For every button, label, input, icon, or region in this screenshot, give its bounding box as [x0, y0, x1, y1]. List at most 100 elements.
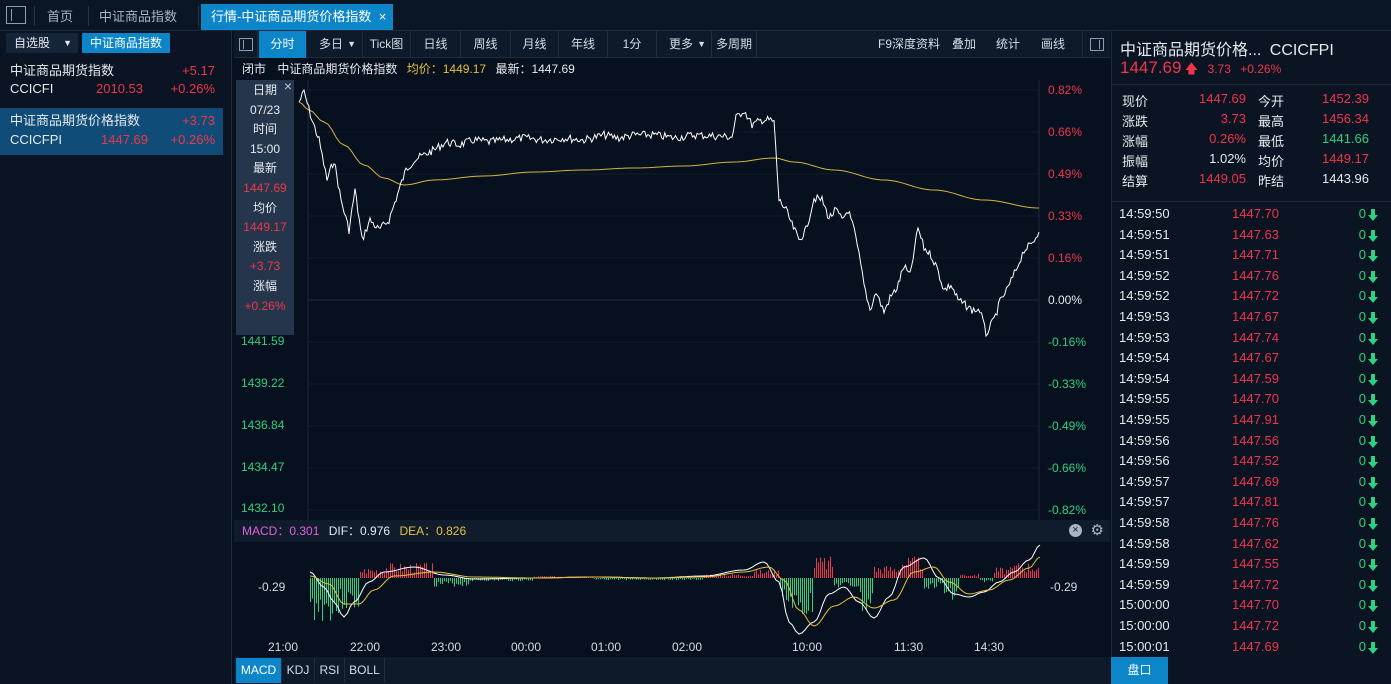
macd-bar	[944, 578, 945, 594]
close-icon[interactable]: ×	[1069, 524, 1082, 537]
tab-1min[interactable]: 1分	[608, 31, 657, 58]
tick-time: 14:59:56	[1119, 432, 1170, 448]
tab-ccic-index[interactable]: 中证商品指数	[89, 4, 187, 30]
macd-bar	[738, 574, 739, 578]
tick-price: 1447.59	[1232, 370, 1279, 386]
tab-weekly[interactable]: 周线	[461, 31, 511, 58]
macd-bar	[994, 572, 995, 578]
f9-research-button[interactable]: F9深度资料	[878, 31, 940, 58]
tick-row: 14:59:54 1447.59 0	[1112, 369, 1391, 390]
x-tick-label: 00:00	[511, 640, 542, 654]
sidebar-toggle-icon[interactable]	[234, 31, 258, 58]
macd-bar	[980, 578, 981, 580]
chevron-down-icon: ▼	[63, 38, 72, 48]
macd-bar	[794, 578, 795, 596]
macd-bar	[792, 578, 793, 608]
stats-button[interactable]: 统计	[996, 31, 1020, 58]
down-arrow-icon	[1368, 291, 1378, 304]
tick-price: 1447.72	[1232, 576, 1279, 592]
macd-bar	[766, 571, 767, 578]
layout-toggle-icon[interactable]	[6, 6, 26, 24]
tick-time: 14:59:58	[1119, 515, 1170, 530]
tick-row: 14:59:57 1447.81 0	[1112, 492, 1391, 513]
category-button[interactable]: 中证商品指数	[82, 33, 171, 53]
macd-bar	[758, 574, 759, 578]
macd-bar	[970, 575, 971, 578]
macd-bar	[972, 576, 973, 578]
tab-intraday[interactable]: 分时	[259, 31, 307, 58]
macd-axis-right: -0.29	[1050, 580, 1078, 594]
tooltip-value: 07/23	[249, 102, 281, 117]
macd-bar	[454, 578, 455, 587]
tab-tick[interactable]: Tick图	[363, 31, 411, 58]
tick-volume: 0	[1358, 206, 1366, 221]
macd-bar	[324, 578, 325, 605]
macd-bar	[928, 578, 929, 589]
tick-price: 1447.52	[1232, 453, 1279, 469]
tick-volume: 0	[1358, 515, 1366, 530]
tab-multi-day[interactable]: 多日 ▼	[307, 31, 363, 58]
tab-daily[interactable]: 日线	[411, 31, 461, 58]
tab-macd[interactable]: MACD	[236, 658, 282, 683]
tick-price: 1447.69	[1232, 638, 1279, 654]
order-book-tab[interactable]: 盘口	[1111, 657, 1168, 684]
quote-value: 1452.39	[1322, 91, 1369, 106]
tick-time: 14:59:58	[1119, 535, 1170, 551]
tick-time: 14:59:53	[1119, 329, 1170, 345]
dea-value: DEA：0.826	[399, 524, 467, 538]
quote-value: 1456.34	[1322, 111, 1369, 126]
tab-boll[interactable]: BOLL	[345, 658, 385, 683]
list-item[interactable]: 中证商品期货指数 +5.17 CCICFI 2010.53 +0.26%	[0, 61, 223, 101]
macd-bar	[824, 558, 825, 578]
macd-bar	[310, 578, 311, 602]
macd-bar	[874, 566, 875, 578]
tick-price: 1447.63	[1232, 226, 1279, 242]
close-icon[interactable]: ×	[284, 79, 292, 93]
tab-more[interactable]: 更多 ▼	[657, 31, 712, 58]
macd-bar	[424, 563, 425, 578]
macd-bar	[1002, 568, 1003, 578]
macd-bar	[964, 575, 965, 578]
macd-bar	[700, 578, 701, 580]
macd-bar	[696, 578, 697, 580]
macd-bar	[622, 578, 623, 579]
tab-monthly[interactable]: 月线	[511, 31, 559, 58]
macd-bar	[788, 578, 789, 602]
macd-bar	[350, 578, 351, 594]
macd-bar	[374, 572, 375, 578]
list-item-selected[interactable]: 中证商品期货价格指数 +3.73 CCICFPI 1447.69 +0.26%	[0, 108, 223, 155]
list-item-line: 中证商品期货指数 +5.17	[0, 61, 223, 80]
macd-bar	[914, 556, 915, 578]
tab-home[interactable]: 首页	[37, 4, 83, 30]
macd-bar	[684, 578, 685, 580]
macd-bar	[346, 578, 347, 608]
tab-rsi[interactable]: RSI	[315, 658, 345, 683]
macd-chart[interactable]	[234, 542, 1110, 639]
macd-bar	[732, 574, 733, 578]
tab-kdj[interactable]: KDJ	[282, 658, 315, 683]
panel-toggle-icon[interactable]	[1082, 31, 1110, 58]
divider	[1112, 84, 1391, 85]
macd-bar	[982, 578, 983, 581]
macd-bar	[744, 576, 745, 578]
macd-bar	[840, 578, 841, 586]
tab-yearly[interactable]: 年线	[559, 31, 608, 58]
macd-bar	[858, 578, 859, 587]
tab-multi-period[interactable]: 多周期	[712, 31, 757, 58]
tab-quote-active[interactable]: 行情-中证商品期货价格指数 ×	[201, 4, 394, 30]
macd-bar	[414, 572, 415, 578]
intraday-price-chart[interactable]	[234, 80, 1110, 520]
watchlist-dropdown[interactable]: 自选股 ▼	[6, 33, 78, 53]
down-arrow-icon	[1368, 456, 1378, 469]
macd-bar	[786, 578, 787, 601]
close-icon[interactable]: ×	[379, 4, 387, 30]
macd-bar	[838, 578, 839, 588]
tick-price: 1447.70	[1232, 391, 1279, 407]
gear-icon[interactable]: ⚙	[1091, 520, 1104, 542]
macd-bar	[362, 572, 363, 578]
tooltip-label: 时间	[252, 122, 277, 137]
overlay-button[interactable]: 叠加	[952, 31, 976, 58]
draw-button[interactable]: 画线	[1041, 31, 1065, 58]
macd-bar	[860, 578, 861, 593]
quote-value: 1449.17	[1322, 151, 1369, 166]
